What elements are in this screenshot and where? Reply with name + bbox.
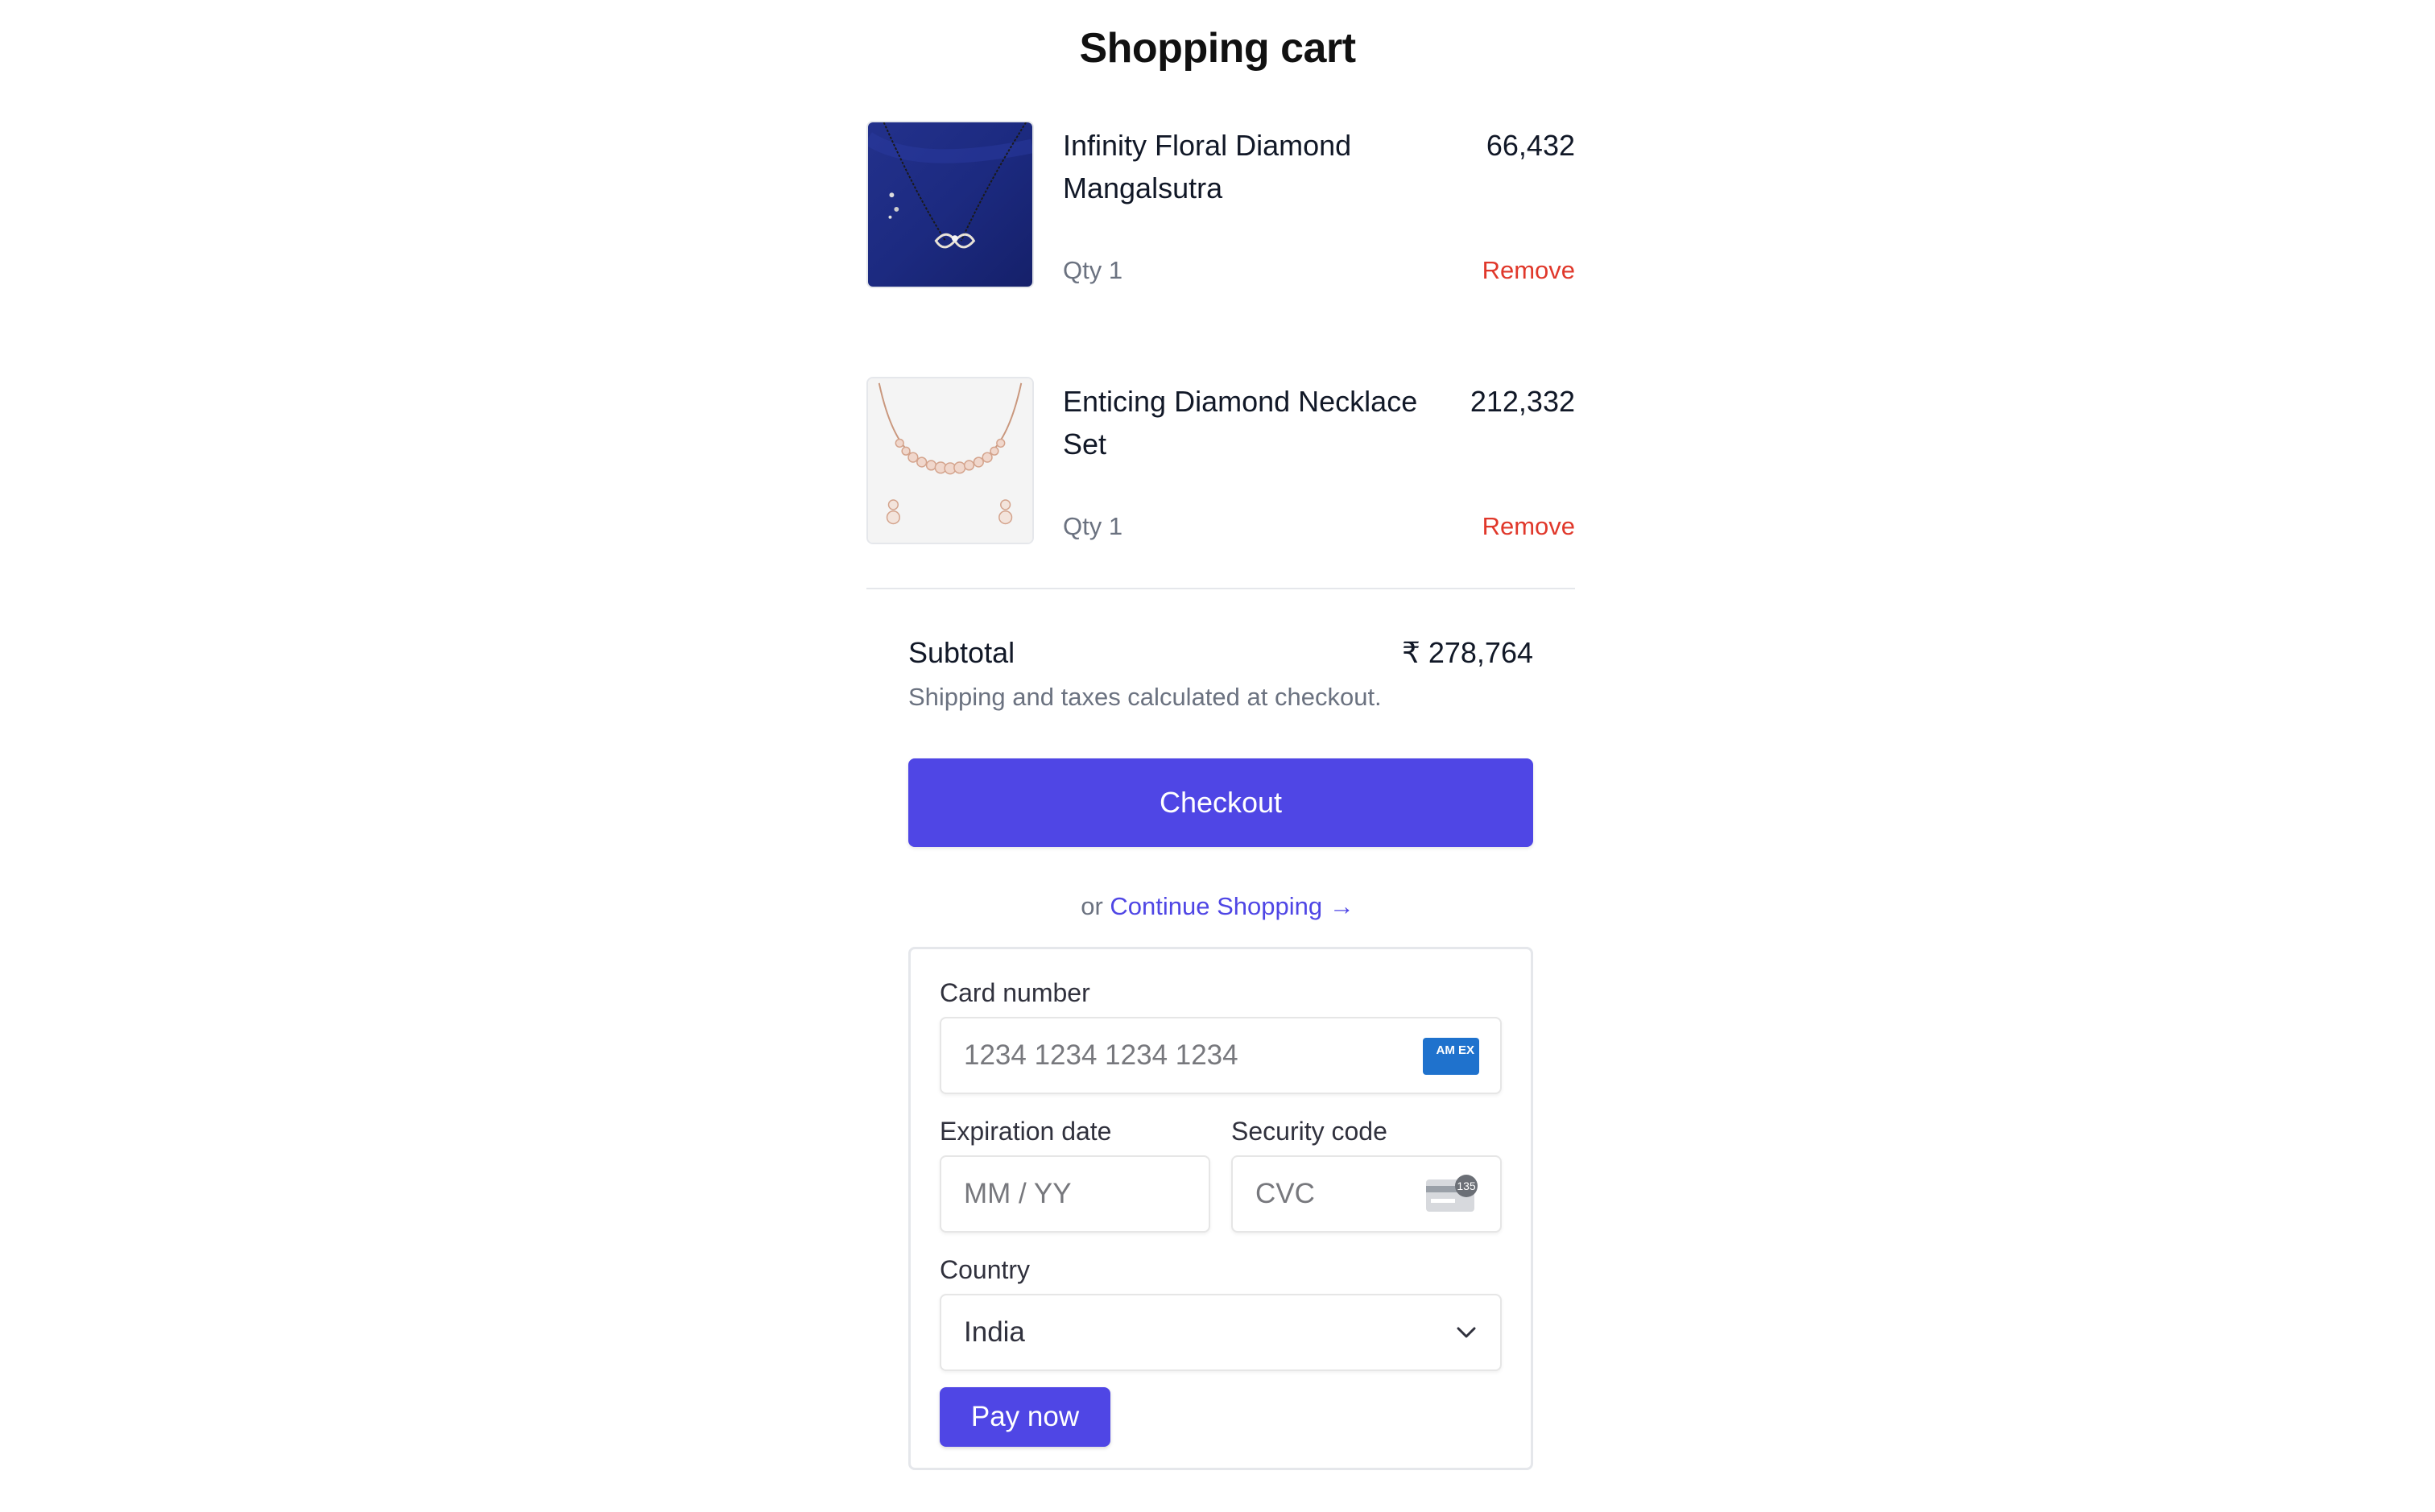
cvc-label: Security code bbox=[1231, 1117, 1387, 1146]
amex-icon: AM EX bbox=[1423, 1038, 1479, 1075]
divider bbox=[866, 588, 1575, 589]
order-summary: Subtotal ₹ 278,764 Shipping and taxes ca… bbox=[908, 636, 1533, 712]
checkout-button[interactable]: Checkout bbox=[908, 758, 1533, 847]
expiry-label: Expiration date bbox=[940, 1117, 1112, 1146]
expiry-field[interactable]: MM / YY bbox=[940, 1155, 1210, 1233]
expiry-placeholder: MM / YY bbox=[964, 1178, 1072, 1209]
product-price: 212,332 bbox=[1470, 385, 1575, 418]
pay-now-button[interactable]: Pay now bbox=[940, 1387, 1110, 1447]
continue-shopping-label: Continue Shopping bbox=[1110, 892, 1323, 920]
page-title: Shopping cart bbox=[1079, 25, 1356, 72]
subtotal-row: Subtotal ₹ 278,764 bbox=[908, 636, 1533, 670]
product-name: Infinity Floral Diamond Mangalsutra bbox=[1063, 129, 1352, 204]
payment-form: Card number 1234 1234 1234 1234 AM EX Ex… bbox=[908, 947, 1533, 1470]
country-value: India bbox=[964, 1316, 1025, 1348]
card-number-label: Card number bbox=[940, 978, 1090, 1007]
subtotal-value: ₹ 278,764 bbox=[1401, 636, 1533, 669]
cart-item: Infinity Floral Diamond Mangalsutra 66,4… bbox=[866, 121, 1575, 291]
product-quantity: Qty 1 bbox=[1063, 512, 1123, 540]
arrow-right-icon: → bbox=[1329, 892, 1354, 920]
cvc-placeholder: CVC bbox=[1255, 1178, 1315, 1209]
cvc-field[interactable]: CVC 135 bbox=[1231, 1155, 1502, 1233]
product-name: Enticing Diamond Necklace Set bbox=[1063, 385, 1418, 461]
continue-shopping-row: or Continue Shopping → bbox=[0, 892, 2435, 921]
necklace-set-image bbox=[868, 378, 1032, 543]
country-label: Country bbox=[940, 1255, 1031, 1284]
country-select[interactable]: India bbox=[940, 1294, 1502, 1371]
subtotal-label: Subtotal bbox=[908, 636, 1015, 669]
chevron-down-icon bbox=[1457, 1327, 1476, 1338]
continue-shopping-link[interactable]: Continue Shopping → bbox=[1110, 892, 1354, 920]
product-image bbox=[866, 121, 1034, 288]
card-number-field[interactable]: 1234 1234 1234 1234 AM EX bbox=[940, 1017, 1502, 1094]
remove-item-button[interactable]: Remove bbox=[1482, 512, 1575, 541]
shopping-cart-page: Shopping cart Infinity Floral Diamond Ma… bbox=[0, 0, 2435, 1512]
remove-item-button[interactable]: Remove bbox=[1482, 256, 1575, 285]
card-number-placeholder: 1234 1234 1234 1234 bbox=[964, 1039, 1238, 1071]
shipping-note: Shipping and taxes calculated at checkou… bbox=[908, 683, 1382, 711]
product-image bbox=[866, 377, 1034, 544]
or-text: or bbox=[1081, 892, 1103, 920]
mangalsutra-image bbox=[868, 122, 1032, 287]
cart-items-list: Infinity Floral Diamond Mangalsutra 66,4… bbox=[866, 121, 1575, 633]
cvc-card-icon: 135 bbox=[1426, 1175, 1478, 1212]
product-quantity: Qty 1 bbox=[1063, 256, 1123, 284]
product-price: 66,432 bbox=[1486, 129, 1575, 162]
cvc-icon-text: 135 bbox=[1457, 1179, 1476, 1192]
cart-item: Enticing Diamond Necklace Set 212,332 Qt… bbox=[866, 377, 1575, 547]
